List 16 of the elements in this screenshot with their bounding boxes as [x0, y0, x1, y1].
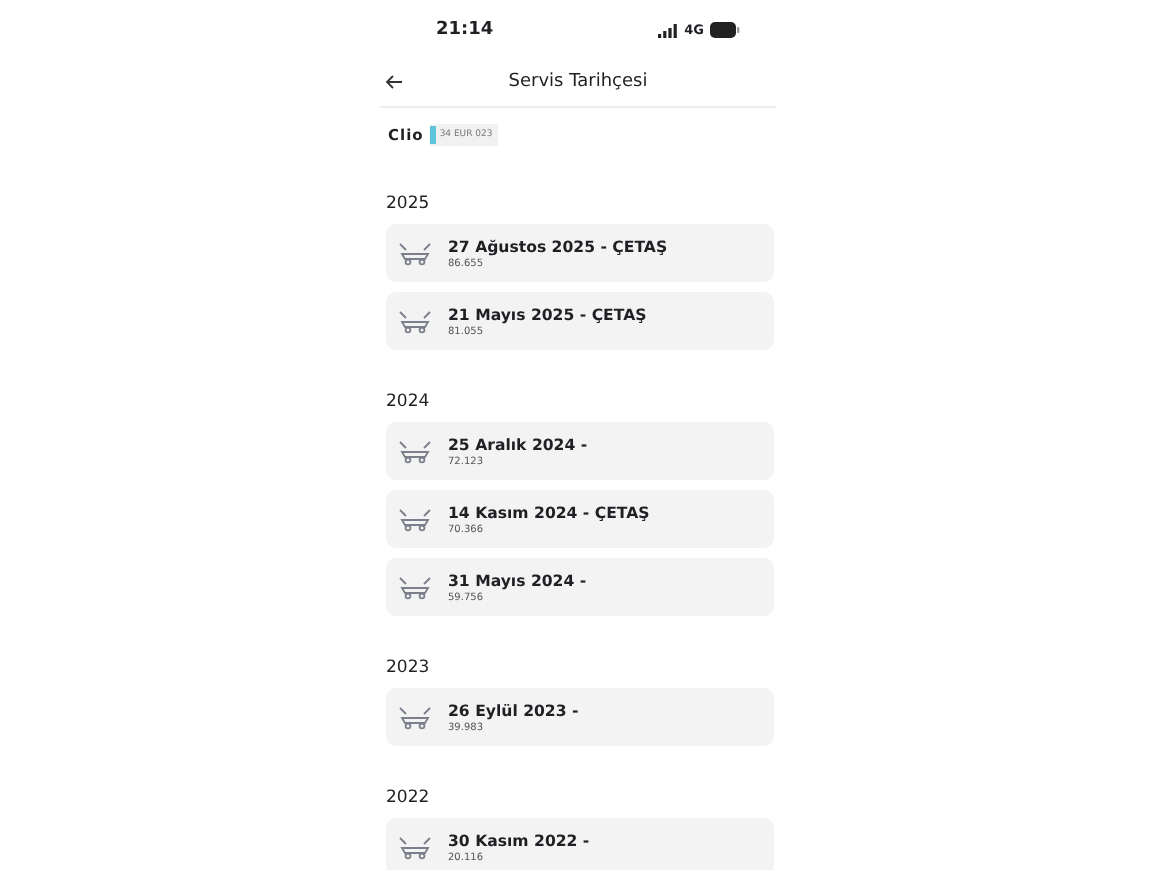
status-time: 21:14	[436, 20, 494, 40]
year-heading: 2025	[386, 194, 432, 214]
car-lift-icon	[398, 241, 432, 265]
year-heading: 2023	[386, 658, 432, 678]
battery-icon	[710, 22, 740, 38]
year-heading: 2022	[386, 788, 432, 808]
car-lift-icon	[398, 705, 432, 729]
signal-icon	[658, 23, 679, 37]
back-arrow-icon[interactable]	[384, 72, 404, 92]
car-lift-icon	[398, 575, 432, 599]
car-lift-icon	[398, 309, 432, 333]
year-heading: 2024	[386, 392, 432, 412]
screen-title: Servis Tarihçesi	[506, 72, 650, 92]
car-lift-icon	[398, 507, 432, 531]
car-lift-icon	[398, 439, 432, 463]
car-lift-icon	[398, 835, 432, 859]
